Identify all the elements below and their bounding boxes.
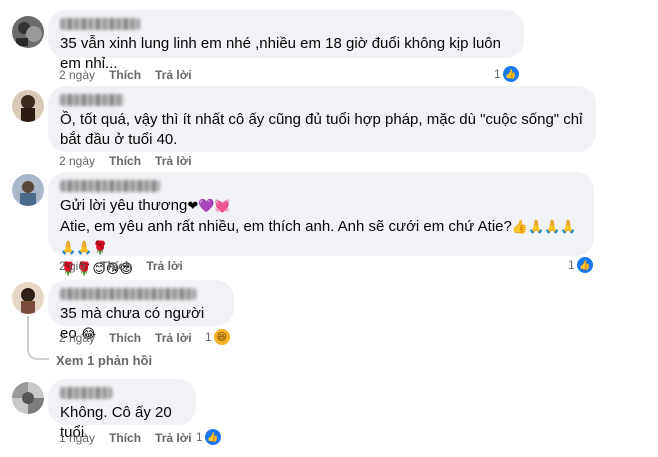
like-icon: 👍 (502, 66, 519, 82)
reply-button[interactable]: Trả lời (155, 431, 192, 445)
comment-actions: 2 ngày Thích Trả lời (59, 154, 206, 168)
comment-actions: 2 ngày Thích Trả lời (59, 68, 206, 82)
reaction-count: 1 (205, 330, 212, 344)
timestamp[interactable]: 1 ngày (59, 431, 95, 445)
reaction-summary[interactable]: 1 👍 (568, 257, 593, 273)
reaction-count: 1 (196, 430, 203, 444)
comment-bubble: 35 mà chưa có người eo 😂 (48, 280, 234, 342)
author-name[interactable] (60, 18, 140, 30)
like-button[interactable]: Thích (100, 259, 132, 273)
timestamp[interactable]: 2 ngày (59, 331, 95, 345)
comment-actions: 2 ngày Thích Trả lời (59, 331, 206, 345)
comment-actions: 1 ngày Thích Trả lời (59, 431, 206, 445)
reaction-count: 1 (568, 258, 575, 272)
view-replies-link[interactable]: Xem 1 phản hồi (56, 353, 152, 368)
timestamp[interactable]: 2 ngày (59, 68, 95, 82)
author-name[interactable] (60, 94, 124, 106)
like-button[interactable]: Thích (109, 154, 141, 168)
reply-button[interactable]: Trả lời (155, 331, 192, 345)
reply-button[interactable]: Trả lời (155, 154, 192, 168)
comment-text-line-1: Gửi lời yêu thương❤💜💓 (60, 196, 582, 217)
comment-bubble: 35 vẫn xinh lung linh em nhé ,nhiều em 1… (48, 10, 524, 72)
like-icon: 👍 (576, 257, 593, 273)
avatar[interactable] (12, 90, 44, 122)
reply-thread-line (27, 316, 49, 360)
author-name[interactable] (60, 288, 196, 300)
comment-bubble: Gửi lời yêu thương❤💜💓 Atie, em yêu anh r… (48, 172, 594, 277)
like-button[interactable]: Thích (109, 68, 141, 82)
avatar[interactable] (12, 174, 44, 206)
avatar[interactable] (12, 282, 44, 314)
comment-text: Gửi lời yêu thương (60, 197, 188, 214)
like-button[interactable]: Thích (109, 331, 141, 345)
avatar[interactable] (12, 16, 44, 48)
reply-button[interactable]: Trả lời (155, 68, 192, 82)
reaction-count: 1 (494, 67, 501, 81)
reply-button[interactable]: Trả lời (146, 259, 183, 273)
reaction-summary[interactable]: 1 👍 (196, 429, 221, 445)
like-icon: 👍 (204, 429, 221, 445)
heart-emoji-icon: ❤💜💓 (187, 199, 231, 214)
timestamp[interactable]: 2 ngày (59, 154, 95, 168)
comment-bubble: Không. Cô ấy 20 tuổi. (48, 379, 196, 441)
avatar[interactable] (12, 382, 44, 414)
like-button[interactable]: Thích (109, 431, 141, 445)
comment-text: Atie, em yêu anh rất nhiều, em thích anh… (60, 218, 512, 235)
haha-icon: 😆 (213, 329, 230, 345)
reaction-summary[interactable]: 1 👍 (494, 66, 519, 82)
comment-actions: 2 giờ Thích Trả lời (59, 259, 197, 273)
reaction-summary[interactable]: 1 😆 (205, 329, 230, 345)
comment-bubble: Ồ, tốt quá, vậy thì ít nhất cô ấy cũng đ… (48, 86, 596, 152)
author-name[interactable] (60, 387, 112, 399)
comment-text: Ồ, tốt quá, vậy thì ít nhất cô ấy cũng đ… (60, 111, 587, 148)
author-name[interactable] (60, 180, 160, 192)
comment-text-line-2: Atie, em yêu anh rất nhiều, em thích anh… (60, 217, 582, 259)
timestamp[interactable]: 2 giờ (59, 259, 86, 273)
